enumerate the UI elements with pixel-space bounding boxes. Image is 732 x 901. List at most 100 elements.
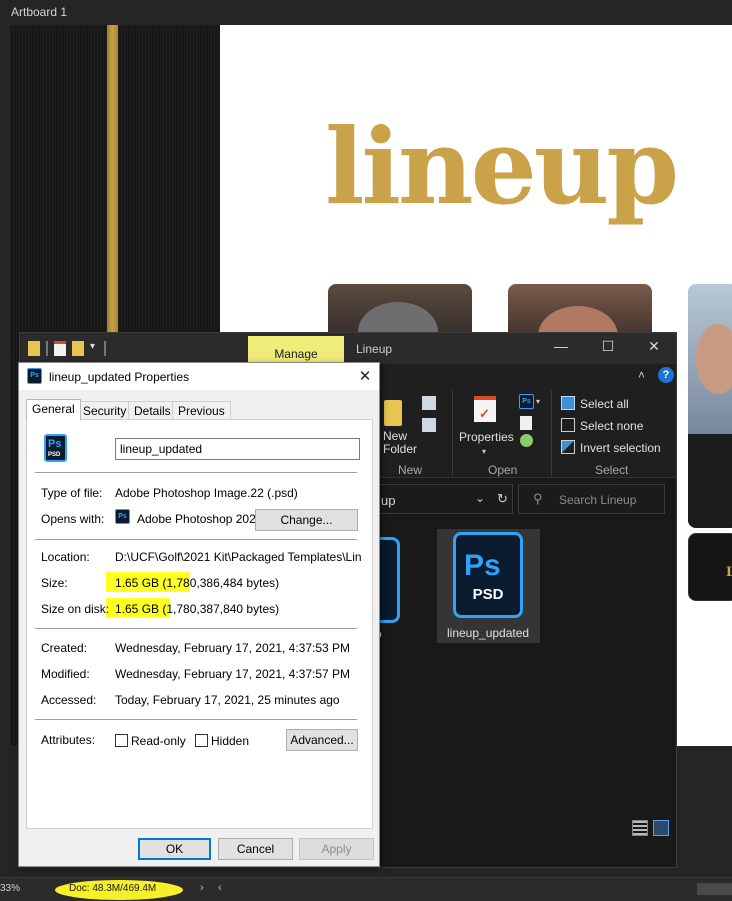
icon-ps-text: Ps [48,438,62,450]
new-folder-icon[interactable] [384,400,402,426]
group-label-open: Open [488,463,518,477]
new-folder-button[interactable]: New Folder [383,430,417,456]
toolbar-divider [104,341,106,356]
customize-toolbar-icon[interactable]: ▾ [90,341,98,356]
type-of-file-value: Adobe Photoshop Image.22 (.psd) [115,486,298,500]
divider [35,539,357,540]
search-box[interactable]: ⚲ Search Lineup [518,484,665,514]
size-label: Size: [41,576,68,590]
close-button[interactable]: ✕ [640,338,668,358]
maximize-button[interactable]: ☐ [594,338,622,358]
size-value: 1.65 GB (1,780,386,484 bytes) [115,576,280,590]
photoshop-file-icon: Ps PSD [44,434,67,462]
new-item-icon[interactable] [422,396,436,410]
modified-value: Wednesday, February 17, 2021, 4:37:57 PM [115,667,351,681]
properties-dialog: Ps lineup_updated Properties ✕ General S… [18,362,380,867]
zoom-level[interactable]: 33% [0,883,20,894]
new-folder-icon[interactable] [72,341,84,356]
tab-details[interactable]: Details [128,401,177,419]
refresh-icon[interactable]: ↻ [497,491,508,507]
tab-previous-versions[interactable]: Previous Versions [172,401,231,432]
tab-general[interactable]: General [26,399,81,420]
search-placeholder: Search Lineup [559,493,637,507]
file-name-field[interactable] [115,438,360,460]
change-button[interactable]: Change... [255,509,358,531]
details-view-icon[interactable] [632,820,648,836]
invert-selection-icon[interactable] [561,440,575,454]
hidden-label[interactable]: Hidden [211,734,249,748]
location-label: Location: [41,550,90,564]
hidden-checkbox[interactable] [195,734,208,747]
dialog-titlebar: Ps lineup_updated Properties ✕ [19,363,379,390]
general-panel: Ps PSD Type of file: Adobe Photoshop Ima… [26,419,373,829]
group-label-new: New [398,463,423,477]
tab-manage[interactable]: Manage [248,336,344,364]
artboard-label[interactable]: Artboard 1 [11,5,67,19]
photo-label: L [726,565,732,580]
properties-dropdown-icon[interactable]: ▾ [482,447,486,456]
explorer-titlebar: ▾ Manage Lineup — ☐ ✕ [20,333,676,364]
select-all-icon[interactable] [561,396,575,410]
help-icon[interactable]: ? [658,367,674,383]
history-icon[interactable] [520,434,533,447]
accessed-value: Today, February 17, 2021, 25 minutes ago [115,693,340,707]
divider [35,472,357,473]
status-next-arrow[interactable]: › [200,882,204,894]
divider [35,628,357,629]
accessed-label: Accessed: [41,693,97,707]
properties-button[interactable]: Properties [459,430,514,444]
edit-icon[interactable] [520,416,532,430]
type-of-file-label: Type of file: [41,486,103,500]
modified-label: Modified: [41,667,90,681]
group-label-select: Select [595,463,629,477]
canvas-heading: lineup [325,105,679,228]
invert-selection-button[interactable]: Invert selection [580,441,661,455]
cancel-button[interactable]: Cancel [218,838,293,860]
doc-info[interactable]: Doc: 48.3M/469.4M [69,883,156,894]
folder-icon[interactable] [28,341,40,356]
shirt-shape [688,434,732,528]
divider [35,719,357,720]
icon-ps-text: Ps [464,549,501,582]
minimize-button[interactable]: — [547,338,575,358]
properties-icon[interactable] [54,341,66,356]
photoshop-app-icon: Ps [115,509,130,524]
ps-status-bar: 33% Doc: 48.3M/469.4M › ‹ [0,877,732,901]
read-only-label[interactable]: Read-only [131,734,186,748]
select-none-icon[interactable] [561,418,575,432]
photoshop-file-icon: Ps [27,368,42,384]
select-none-button[interactable]: Select none [580,419,643,433]
created-value: Wednesday, February 17, 2021, 4:37:53 PM [115,641,351,655]
tab-security[interactable]: Security [77,401,133,419]
collapse-ribbon-icon[interactable]: ˄ [638,368,645,382]
apply-button[interactable]: Apply [299,838,374,860]
address-bar[interactable]: up ⌄ ↻ [372,484,513,514]
dialog-close-button[interactable]: ✕ [355,367,375,385]
open-with-photoshop-icon[interactable]: Ps [519,394,534,409]
select-all-button[interactable]: Select all [580,397,629,411]
opens-with-value: Adobe Photoshop 2021 [137,512,263,526]
horizontal-scrollbar[interactable] [697,883,732,895]
advanced-button[interactable]: Advanced... [286,729,358,751]
search-icon: ⚲ [533,491,543,506]
quick-access-toolbar: ▾ [28,341,106,357]
created-label: Created: [41,641,88,655]
icon-psd-text: PSD [48,452,61,458]
large-icons-view-icon[interactable] [653,820,669,836]
ribbon-divider [452,390,453,476]
attributes-label: Attributes: [41,733,96,747]
properties-icon[interactable]: ✓ [474,396,496,422]
player-photo-4: L [688,533,732,601]
chevron-down-icon[interactable]: ⌄ [475,491,485,505]
location-value: D:\UCF\Golf\2021 Kit\Packaged Templates\… [115,550,362,564]
ok-button[interactable]: OK [138,838,211,860]
easy-access-icon[interactable] [422,418,436,432]
toolbar-divider [46,341,48,356]
face-shape [696,324,732,394]
read-only-checkbox[interactable] [115,734,128,747]
player-photo-3 [688,284,732,528]
file-item-selected[interactable]: Ps PSD lineup_updated [437,529,540,643]
icon-psd-text: PSD [472,586,504,603]
status-prev-arrow[interactable]: ‹ [218,882,222,894]
open-dropdown-icon[interactable]: ▾ [536,397,540,406]
